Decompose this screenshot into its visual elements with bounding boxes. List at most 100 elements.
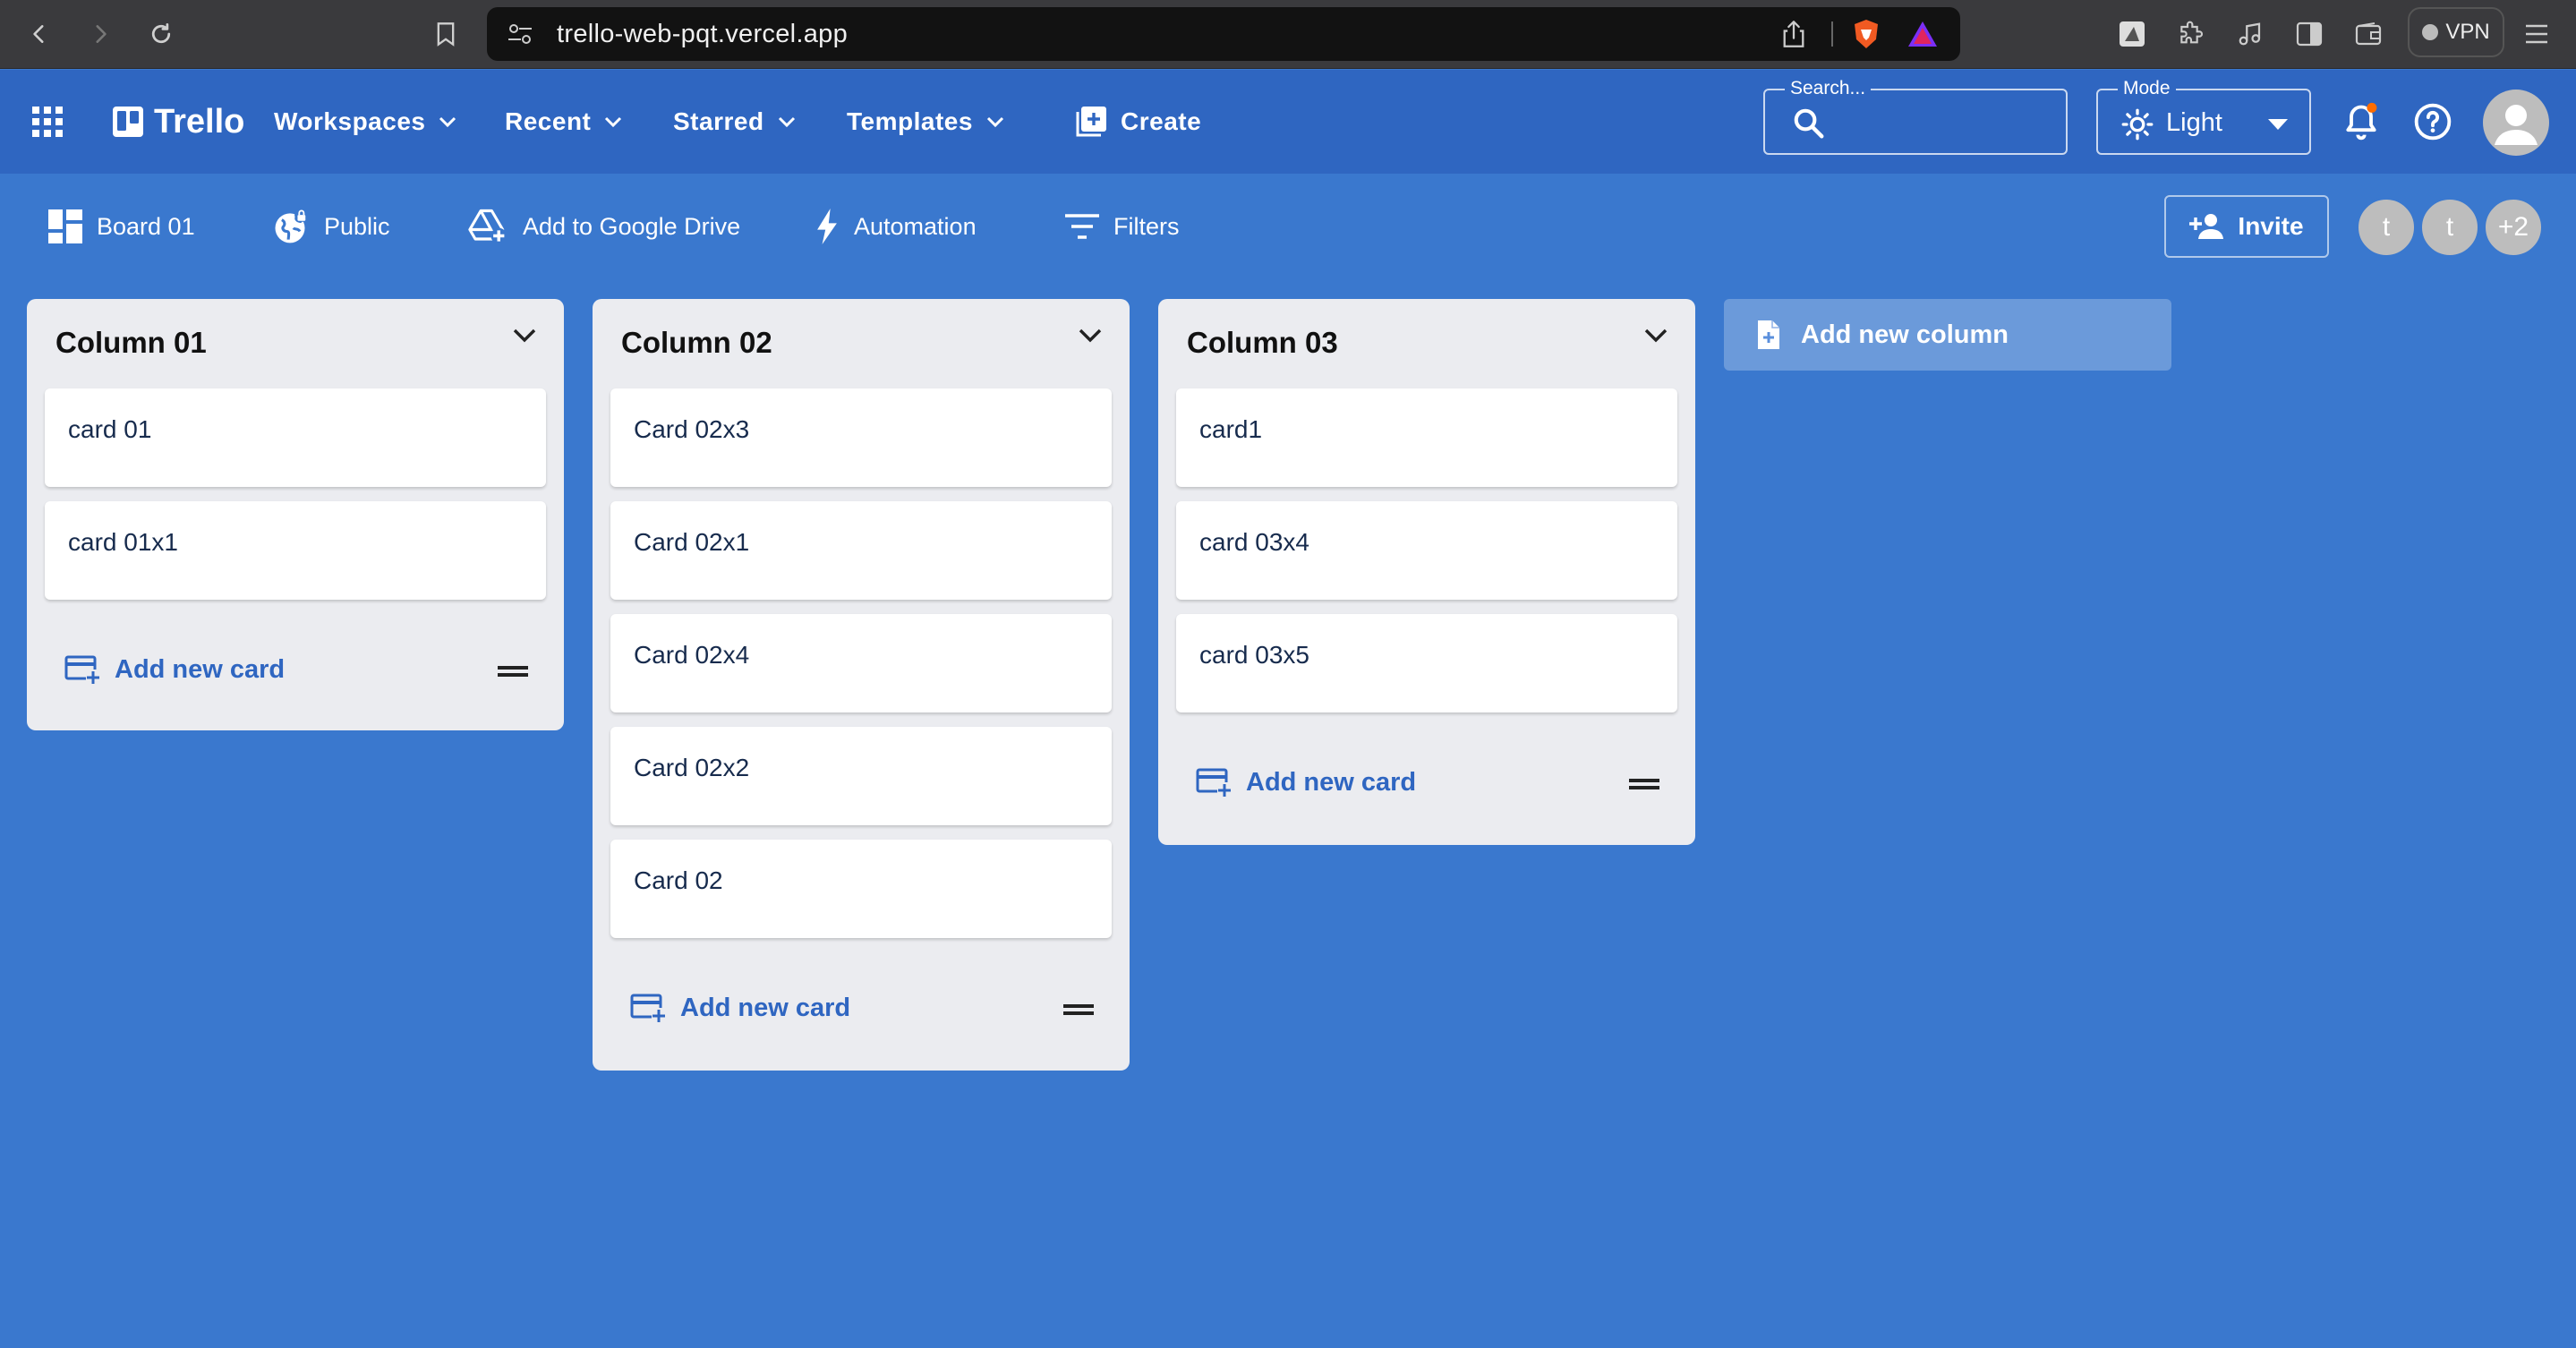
card[interactable]: card 01 — [45, 388, 546, 487]
add-to-drive-icon — [467, 208, 508, 245]
card[interactable]: card 01x1 — [45, 501, 546, 600]
divider — [1831, 21, 1833, 47]
extension-icon[interactable] — [2111, 13, 2154, 55]
add-new-column-label: Add new column — [1801, 320, 2009, 349]
column-title: Column 03 — [1187, 326, 1338, 359]
add-new-card-button[interactable]: Add new card — [630, 972, 850, 1044]
card[interactable]: card 03x4 — [1176, 501, 1677, 600]
search-field[interactable]: Search... — [1763, 77, 2068, 155]
mode-select[interactable]: Mode Light — [2096, 77, 2311, 155]
mode-label: Mode — [2118, 77, 2176, 100]
vpn-button[interactable]: VPN — [2408, 7, 2504, 57]
automation-label: Automation — [854, 212, 977, 240]
add-new-card-button[interactable]: Add new card — [64, 634, 285, 705]
rewards-icon[interactable] — [1906, 20, 1939, 48]
card[interactable]: Card 02x3 — [610, 388, 1112, 487]
filter-icon — [1065, 213, 1099, 240]
back-icon[interactable] — [18, 13, 61, 55]
add-new-card-button[interactable]: Add new card — [1196, 747, 1416, 818]
nav-workspaces[interactable]: Workspaces — [274, 70, 457, 174]
visibility-chip[interactable]: Public — [270, 174, 390, 279]
member-avatar[interactable]: t — [2356, 197, 2417, 258]
add-card-icon — [64, 655, 100, 684]
column-title: Column 01 — [55, 326, 207, 359]
wallet-icon[interactable] — [2347, 13, 2390, 55]
address-bar[interactable]: trello-web-pqt.vercel.app — [487, 7, 1960, 61]
sidebar-icon[interactable] — [2288, 13, 2331, 55]
browser-toolbar: trello-web-pqt.vercel.app VPN — [0, 0, 2576, 69]
board-name: Board 01 — [97, 212, 195, 240]
nav-starred[interactable]: Starred — [673, 70, 797, 174]
member-avatar[interactable]: t — [2419, 197, 2480, 258]
library-add-icon — [1063, 107, 1106, 137]
invite-button[interactable]: Invite — [2164, 195, 2329, 258]
column-menu-chevron-icon[interactable] — [1078, 328, 1103, 344]
create-button[interactable]: Create — [1063, 70, 1201, 174]
forward-icon[interactable] — [79, 13, 122, 55]
trello-logo-icon — [100, 107, 143, 137]
trello-logo-text: Trello — [154, 102, 245, 141]
nav-templates-label: Templates — [847, 107, 973, 135]
add-to-drive-label: Add to Google Drive — [523, 212, 741, 240]
note-add-icon — [1756, 319, 1781, 351]
more-members-avatar[interactable]: +2 — [2483, 197, 2544, 258]
filters-label: Filters — [1113, 212, 1180, 240]
bookmark-icon[interactable] — [424, 13, 467, 55]
add-new-card-label: Add new card — [680, 993, 851, 1022]
card[interactable]: card 03x5 — [1176, 614, 1677, 712]
create-label: Create — [1121, 107, 1202, 135]
card[interactable]: Card 02x1 — [610, 501, 1112, 600]
user-avatar[interactable] — [2483, 90, 2549, 156]
add-card-icon — [630, 994, 666, 1022]
nav-recent[interactable]: Recent — [505, 70, 623, 174]
nav-recent-label: Recent — [505, 107, 592, 135]
column-footer: Add new card — [45, 634, 546, 705]
vpn-label: VPN — [2445, 20, 2490, 44]
chevron-down-icon — [764, 115, 797, 128]
column-menu-chevron-icon[interactable] — [512, 328, 537, 344]
bolt-icon — [815, 209, 840, 244]
filters-chip[interactable]: Filters — [1065, 174, 1180, 279]
column-title: Column 02 — [621, 326, 772, 359]
dropdown-arrow-icon — [2268, 119, 2288, 130]
add-new-column-button[interactable]: Add new column — [1724, 299, 2171, 371]
board-column: Column 01 card 01 card 01x1 Add new card — [27, 299, 564, 730]
chevron-down-icon — [973, 115, 1005, 128]
card[interactable]: Card 02 — [610, 840, 1112, 938]
drag-handle-icon[interactable] — [498, 666, 528, 677]
brave-shield-icon[interactable] — [1851, 18, 1881, 50]
column-menu-chevron-icon[interactable] — [1643, 328, 1668, 344]
trello-logo[interactable]: Trello — [100, 70, 244, 174]
search-icon — [1792, 107, 1826, 141]
drag-handle-icon[interactable] — [1063, 1004, 1094, 1015]
card[interactable]: Card 02x2 — [610, 727, 1112, 825]
share-icon[interactable] — [1781, 20, 1806, 48]
site-settings-icon[interactable] — [507, 21, 533, 47]
add-card-icon — [1196, 768, 1232, 797]
card[interactable]: card1 — [1176, 388, 1677, 487]
card[interactable]: Card 02x4 — [610, 614, 1112, 712]
automation-chip[interactable]: Automation — [815, 174, 977, 279]
person-add-icon — [2189, 213, 2225, 240]
search-label: Search... — [1785, 77, 1872, 100]
url-text[interactable]: trello-web-pqt.vercel.app — [557, 7, 848, 61]
menu-icon[interactable] — [2515, 13, 2558, 55]
drag-handle-icon[interactable] — [1629, 779, 1659, 789]
vpn-status-icon — [2422, 24, 2439, 40]
reload-icon[interactable] — [140, 13, 183, 55]
help-icon[interactable] — [2413, 102, 2452, 141]
music-icon[interactable] — [2229, 13, 2272, 55]
notification-bell-icon[interactable] — [2341, 102, 2381, 141]
puzzle-icon[interactable] — [2170, 13, 2213, 55]
board-bar: Board 01 Public Add to Google Drive Auto… — [0, 174, 2576, 279]
nav-templates[interactable]: Templates — [847, 70, 1005, 174]
visibility-label: Public — [324, 212, 390, 240]
column-footer: Add new card — [1176, 747, 1677, 818]
add-to-drive-chip[interactable]: Add to Google Drive — [467, 174, 740, 279]
board-name-chip[interactable]: Board 01 — [48, 174, 195, 279]
board-column: Column 02 Card 02x3 Card 02x1 Card 02x4 … — [593, 299, 1130, 1071]
mode-value: Light — [2166, 108, 2222, 137]
invite-label: Invite — [2238, 212, 2304, 240]
apps-grid-icon[interactable] — [32, 107, 63, 137]
nav-starred-label: Starred — [673, 107, 764, 135]
